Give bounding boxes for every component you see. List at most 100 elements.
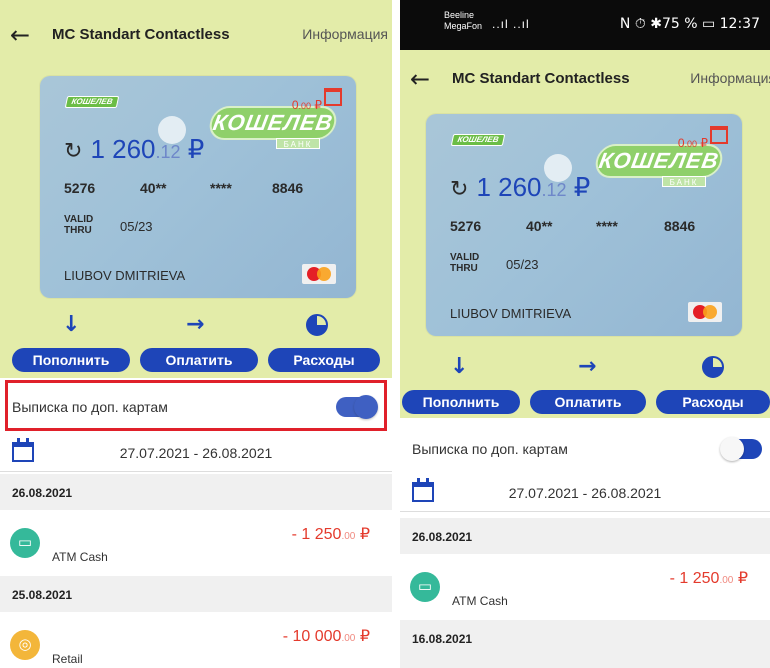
bank-logo-sub: БАНК (276, 138, 320, 149)
back-arrow-icon[interactable]: ← (410, 65, 430, 93)
bank-card[interactable]: КОШЕЛЕВ КОШЕЛЕВ БАНК 0.00 ₽ ↻ 1 260.12 ₽ … (426, 114, 742, 336)
balance-currency: ₽ (187, 134, 205, 164)
signal-icon: ..ıl ..ıl (492, 17, 530, 31)
balance-main: 1 260 (476, 172, 542, 202)
valid-thru-label: VALID THRU (64, 214, 93, 236)
card-number-group-1: 5276 (64, 180, 96, 196)
highlight-frame (5, 380, 387, 431)
status-indicators: N ⏱ ✱75 % ▭ 12:37 (619, 16, 760, 32)
amount-main: - 1 250 (669, 570, 720, 587)
pay-arrow-icon[interactable]: → (578, 354, 596, 379)
transaction-name: Retail (52, 652, 83, 666)
bonus-balance: 0.00 ₽ (678, 136, 708, 150)
topup-arrow-icon[interactable]: ↓ (450, 354, 468, 379)
amount-cents: .00 (341, 531, 356, 542)
balance-currency: ₽ (573, 172, 591, 202)
bonus-balance: 0.00 ₽ (292, 98, 322, 112)
pay-button[interactable]: Оплатить (140, 348, 258, 372)
refresh-icon[interactable]: ↻ (450, 177, 468, 202)
topup-button[interactable]: Пополнить (12, 348, 130, 372)
bonus-main: 0 (291, 98, 299, 112)
topup-button[interactable]: Пополнить (402, 390, 520, 414)
date-header: 25.08.2021 (0, 576, 392, 612)
valid-label-1: VALID (64, 214, 94, 225)
bank-card[interactable]: КОШЕЛЕВ КОШЕЛЕВ БАНК 0.00 ₽ ↻ 1 260.12 ₽ … (40, 76, 356, 298)
valid-label-1: VALID (450, 252, 480, 263)
info-link[interactable]: Информация (302, 26, 388, 42)
statement-toggle-label: Выписка по доп. картам (412, 441, 568, 457)
small-bank-logo: КОШЕЛЕВ (64, 96, 120, 108)
valid-label-2: THRU (64, 225, 92, 236)
amount-currency: ₽ (359, 526, 370, 543)
period-row[interactable]: 27.07.2021 - 26.08.2021 (0, 434, 392, 472)
balance-cents: .12 (541, 180, 567, 200)
transaction-row[interactable]: ▭ ATM Cash - 1 250.00 ₽ (0, 510, 392, 574)
bonus-main: 0 (677, 136, 685, 150)
transaction-name: ATM Cash (52, 550, 108, 564)
amount-cents: .00 (341, 633, 356, 644)
mastercard-icon (302, 264, 336, 284)
bank-logo: КОШЕЛЕВ БАНК (207, 106, 339, 154)
valid-label-2: THRU (450, 263, 478, 274)
pay-button[interactable]: Оплатить (530, 390, 646, 414)
card-holder: LIUBOV DMITRIEVA (64, 268, 186, 283)
period-range: 27.07.2021 - 26.08.2021 (508, 485, 662, 501)
transaction-amount: - 10 000.00 ₽ (283, 626, 370, 646)
topup-arrow-icon[interactable]: ↓ (62, 312, 80, 337)
card-number-group-4: 8846 (664, 218, 696, 234)
transaction-row[interactable]: ◎ Retail - 10 000.00 ₽ (0, 612, 392, 668)
date-header: 26.08.2021 (0, 474, 392, 510)
atm-cash-icon: ▭ (410, 572, 440, 602)
card-number-group-3: **** (596, 218, 618, 234)
card-balance: ↻ 1 260.12 ₽ (64, 134, 204, 165)
bank-logo: КОШЕЛЕВ БАНК (593, 144, 725, 192)
pie-chart-icon[interactable] (306, 314, 328, 336)
pie-chart-icon[interactable] (702, 356, 724, 378)
atm-cash-icon: ▭ (10, 528, 40, 558)
operator-1: Beeline (444, 10, 475, 20)
expenses-button[interactable]: Расходы (656, 390, 770, 414)
toggle-knob (720, 437, 744, 461)
mastercard-icon (688, 302, 722, 322)
statement-toggle-row[interactable]: Выписка по доп. картам (400, 424, 770, 474)
balance-main: 1 260 (90, 134, 156, 164)
card-number-group-2: 40** (140, 180, 167, 196)
bonus-currency: ₽ (314, 98, 322, 112)
amount-cents: .00 (719, 575, 734, 586)
pay-arrow-icon[interactable]: → (186, 312, 204, 337)
expenses-button[interactable]: Расходы (268, 348, 380, 372)
card-expiry: 05/23 (120, 219, 153, 234)
amount-currency: ₽ (737, 570, 748, 587)
statement-toggle-switch[interactable] (720, 437, 762, 461)
back-arrow-icon[interactable]: ← (10, 21, 30, 49)
card-number-group-2: 40** (526, 218, 553, 234)
small-bank-logo: КОШЕЛЕВ (450, 134, 506, 146)
valid-thru-label: VALID THRU (450, 252, 479, 274)
refresh-icon[interactable]: ↻ (64, 139, 82, 164)
card-number-group-1: 5276 (450, 218, 482, 234)
date-header: 16.08.2021 (400, 620, 770, 668)
period-range: 27.07.2021 - 26.08.2021 (119, 445, 273, 461)
date-header: 26.08.2021 (400, 518, 770, 554)
amount-currency: ₽ (359, 628, 370, 645)
calendar-mini-icon (710, 126, 728, 144)
card-expiry: 05/23 (506, 257, 539, 272)
card-balance: ↻ 1 260.12 ₽ (450, 172, 590, 203)
transaction-name: ATM Cash (452, 594, 508, 608)
calendar-mini-icon (324, 88, 342, 106)
page-title: MC Standart Contactless (52, 26, 230, 43)
transaction-row[interactable]: ▭ ATM Cash - 1 250.00 ₽ (400, 554, 770, 618)
operator-2: MegaFon (444, 21, 483, 31)
card-holder: LIUBOV DMITRIEVA (450, 306, 572, 321)
card-number-group-4: 8846 (272, 180, 304, 196)
info-link[interactable]: Информация (690, 70, 770, 86)
bonus-cents: .00 (298, 101, 312, 111)
transaction-amount: - 1 250.00 ₽ (292, 524, 370, 544)
amount-main: - 10 000 (282, 628, 342, 645)
bank-logo-sub: БАНК (662, 176, 706, 187)
period-row[interactable]: 27.07.2021 - 26.08.2021 (400, 474, 770, 512)
app-header: ← MC Standart Contactless Информация (0, 14, 392, 54)
retail-icon: ◎ (10, 630, 40, 660)
page-title: MC Standart Contactless (452, 70, 630, 87)
balance-cents: .12 (155, 142, 181, 162)
